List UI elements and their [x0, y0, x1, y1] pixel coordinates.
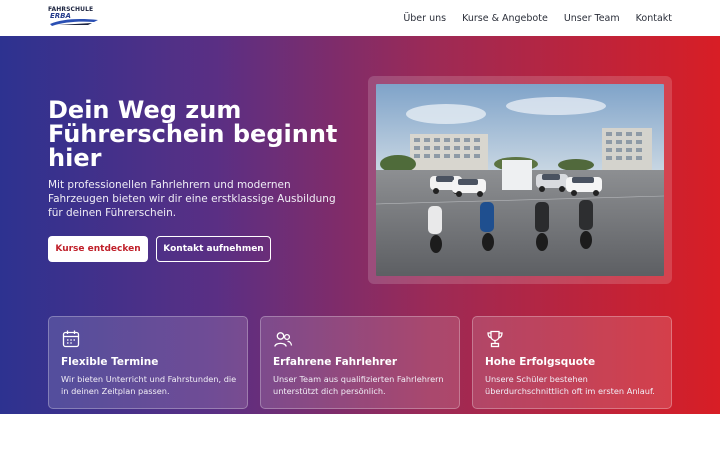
feature-card-flexible-termine: Flexible Termine Wir bieten Unterricht u…	[48, 316, 248, 409]
hero-title: Dein Weg zum Führerschein beginnt hier	[48, 96, 338, 172]
users-icon	[273, 329, 293, 349]
kontakt-aufnehmen-button[interactable]: Kontakt aufnehmen	[156, 236, 271, 262]
logo-swoosh-icon	[50, 19, 98, 26]
feature-card-hohe-erfolgsquote: Hohe Erfolgsquote Unsere Schüler bestehe…	[472, 316, 672, 409]
feature-title: Erfahrene Fahrlehrer	[273, 356, 398, 368]
nav-link-kontakt[interactable]: Kontakt	[636, 13, 672, 24]
feature-card-erfahrene-fahrlehrer: Erfahrene Fahrlehrer Unser Team aus qual…	[260, 316, 460, 409]
feature-title: Hohe Erfolgsquote	[485, 356, 596, 368]
hero-image-frame	[368, 76, 672, 284]
nav-link-kurse-angebote[interactable]: Kurse & Angebote	[462, 13, 548, 24]
feature-text: Unsere Schüler bestehen überdurchschnitt…	[485, 374, 655, 396]
fleet-photo	[376, 84, 664, 276]
hero-subtitle: Mit professionellen Fahrlehrern und mode…	[48, 179, 336, 219]
feature-title: Flexible Termine	[61, 356, 159, 368]
nav-link-unser-team[interactable]: Unser Team	[564, 13, 620, 24]
main-nav: Über uns Kurse & Angebote Unser Team Kon…	[403, 0, 672, 36]
page-bottom-strip	[0, 414, 720, 450]
hero-section: Dein Weg zum Führerschein beginnt hier M…	[0, 36, 720, 450]
calendar-icon	[61, 329, 81, 349]
brand-logo[interactable]: FAHRSCHULE ERBA	[48, 6, 104, 30]
feature-text: Unser Team aus qualifizierten Fahrlehrer…	[273, 374, 444, 396]
kurse-entdecken-button[interactable]: Kurse entdecken	[48, 236, 148, 262]
trophy-icon	[485, 329, 505, 349]
feature-text: Wir bieten Unterricht und Fahrstunden, d…	[61, 374, 237, 396]
site-header: FAHRSCHULE ERBA Über uns Kurse & Angebot…	[0, 0, 720, 36]
feature-cards: Flexible Termine Wir bieten Unterricht u…	[48, 316, 672, 409]
nav-link-ueber-uns[interactable]: Über uns	[403, 13, 446, 24]
fleet-photo-illustration	[376, 84, 664, 276]
